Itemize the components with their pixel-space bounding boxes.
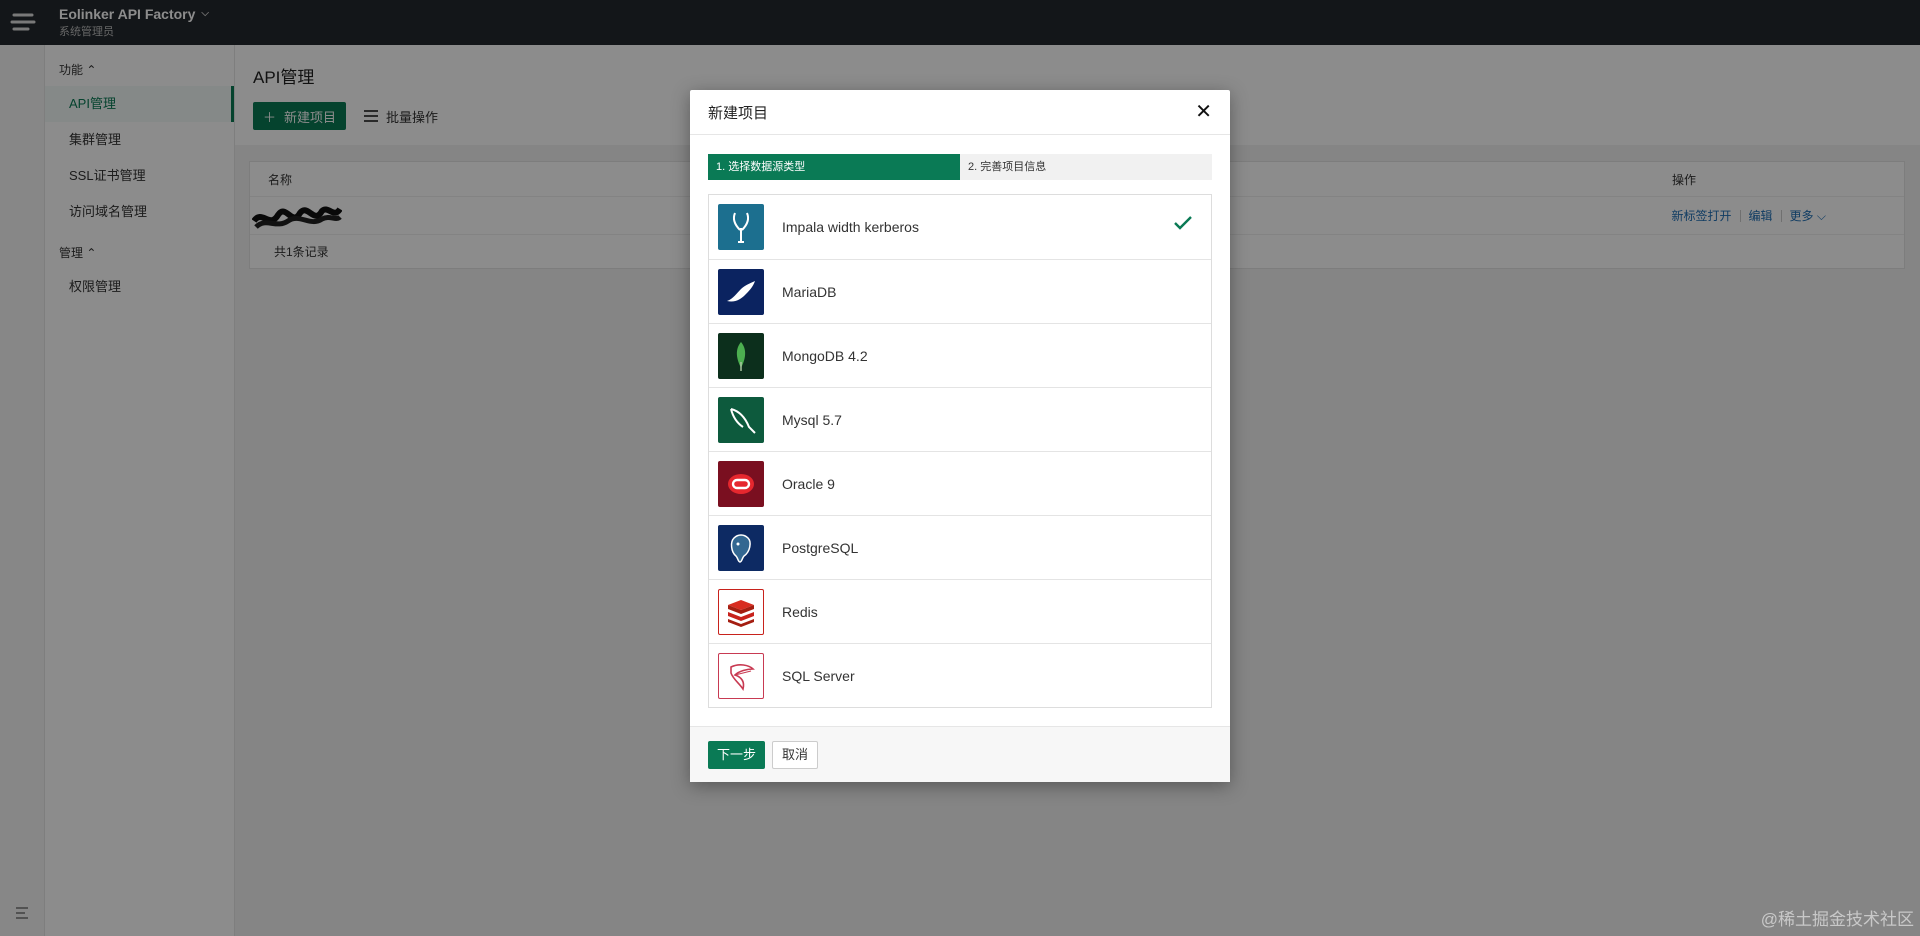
step-select-datasource: 1. 选择数据源类型 <box>708 154 960 180</box>
datasource-option-sqlserver[interactable]: SQL Server <box>709 643 1211 707</box>
datasource-label: Redis <box>782 603 818 620</box>
postgresql-elephant-icon <box>718 524 764 571</box>
datasource-label: MariaDB <box>782 283 837 300</box>
datasource-label: MongoDB 4.2 <box>782 347 868 364</box>
oracle-icon <box>718 460 764 507</box>
mariadb-seal-icon <box>718 268 764 315</box>
datasource-label: SQL Server <box>782 667 855 684</box>
datasource-option-postgresql[interactable]: PostgreSQL <box>709 515 1211 579</box>
mysql-dolphin-icon <box>718 396 764 443</box>
datasource-option-oracle[interactable]: Oracle 9 <box>709 451 1211 515</box>
datasource-list: Impala width kerberos MariaDB MongoDB 4.… <box>708 194 1212 708</box>
datasource-option-mariadb[interactable]: MariaDB <box>709 259 1211 323</box>
next-step-button[interactable]: 下一步 <box>708 740 766 769</box>
sqlserver-icon <box>718 652 764 699</box>
datasource-option-impala[interactable]: Impala width kerberos <box>709 195 1211 259</box>
modal-title: 新建项目 <box>708 104 769 122</box>
modal-header: 新建项目 ✕ <box>690 90 1230 135</box>
datasource-label: Impala width kerberos <box>782 219 919 235</box>
cancel-button[interactable]: 取消 <box>772 740 819 769</box>
mongodb-leaf-icon <box>718 332 764 379</box>
close-icon[interactable]: ✕ <box>1195 102 1212 122</box>
step-indicator: 1. 选择数据源类型 2. 完善项目信息 <box>708 154 1212 180</box>
datasource-option-redis[interactable]: Redis <box>709 579 1211 643</box>
new-project-modal: 新建项目 ✕ 1. 选择数据源类型 2. 完善项目信息 Impala width… <box>690 90 1230 782</box>
modal-footer: 下一步 取消 <box>690 726 1230 782</box>
step-complete-info: 2. 完善项目信息 <box>968 161 1047 173</box>
impala-icon <box>718 204 764 250</box>
checkmark-icon <box>1174 216 1192 230</box>
watermark: @稀土掘金技术社区 <box>1760 910 1914 929</box>
datasource-label: Mysql 5.7 <box>782 411 842 428</box>
datasource-option-mysql[interactable]: Mysql 5.7 <box>709 387 1211 451</box>
redis-icon <box>718 588 764 635</box>
datasource-option-mongodb[interactable]: MongoDB 4.2 <box>709 323 1211 387</box>
datasource-label: PostgreSQL <box>782 539 859 556</box>
datasource-label: Oracle 9 <box>782 475 835 492</box>
